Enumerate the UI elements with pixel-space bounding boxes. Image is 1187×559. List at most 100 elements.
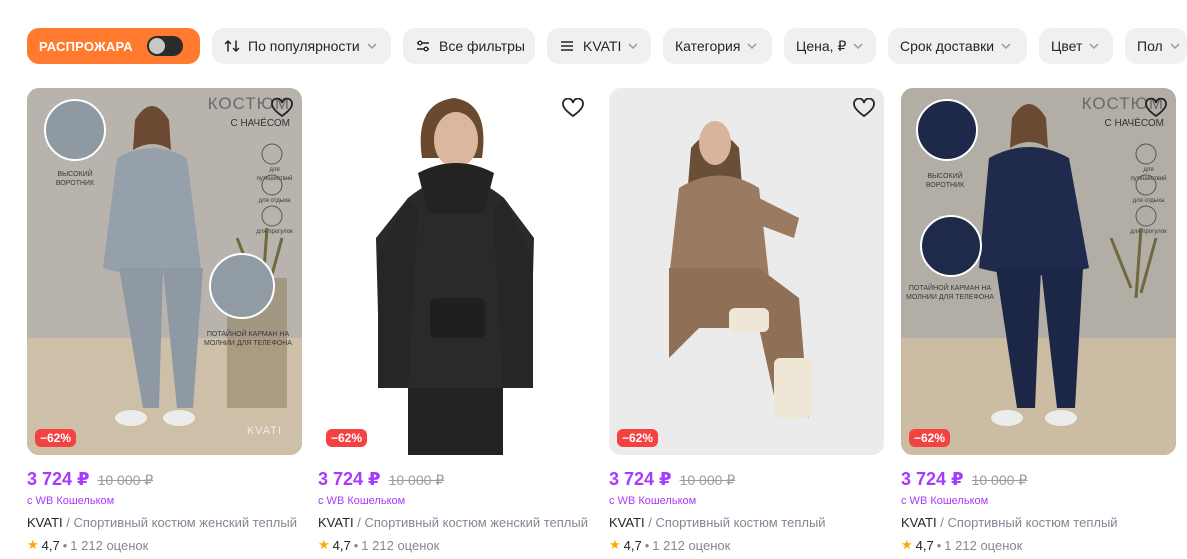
delivery-dropdown[interactable]: Срок доставки — [888, 28, 1027, 64]
title-separator: / — [62, 515, 74, 530]
category-label: Категория — [675, 38, 741, 54]
delivery-label: Срок доставки — [900, 38, 995, 54]
product-name: Спортивный костюм теплый — [947, 515, 1118, 530]
product-brand: KVATI — [27, 515, 63, 530]
category-dropdown[interactable]: Категория — [663, 28, 772, 64]
toggle-knob — [148, 38, 165, 54]
chevron-down-icon — [852, 40, 864, 52]
all-filters-label: Все фильтры — [439, 38, 525, 54]
rating-row: ★ 4,7 • 1 212 оценок — [609, 537, 884, 553]
review-count: 1 212 оценок — [652, 537, 731, 553]
product-photo-navy-suit — [901, 88, 1176, 455]
overlay-collar-note: ВЫСОКИЙ ВОРОТНИК — [55, 171, 95, 187]
favorite-heart-icon[interactable] — [561, 96, 585, 120]
product-card[interactable]: КОСТЮМ С НАЧЁСОМ ВЫСОКИЙ ВОРОТНИК ПОТАЙН… — [901, 88, 1176, 553]
product-card[interactable]: −62% 3 724 ₽ 10 000 ₽ с WB Кошельком KVA… — [609, 88, 884, 553]
sale-toggle-switch[interactable] — [146, 36, 183, 56]
chevron-down-icon — [746, 40, 758, 52]
sort-label: По популярности — [248, 38, 360, 54]
overlay-travel-note: для путешествий — [1130, 167, 1167, 182]
wallet-note: с WB Кошельком — [318, 495, 406, 507]
discount-badge: −62% — [326, 429, 368, 447]
discount-badge: −62% — [909, 429, 951, 447]
rating-value: 4,7 — [623, 537, 642, 553]
old-price: 10 000 ₽ — [388, 472, 445, 488]
product-name: Спортивный костюм женский теплый — [73, 515, 297, 530]
rating-row: ★ 4,7 • 1 212 оценок — [901, 537, 1176, 553]
title-separator: / — [353, 515, 365, 530]
review-count: 1 212 оценок — [944, 537, 1023, 553]
sort-dropdown[interactable]: По популярности — [212, 28, 391, 64]
product-image[interactable]: КОСТЮМ С НАЧЁСОМ ВЫСОКИЙ ВОРОТНИК ПОТАЙН… — [27, 88, 302, 455]
rating-dot: • — [936, 537, 942, 553]
old-price: 10 000 ₽ — [971, 472, 1028, 488]
overlay-travel-note: для путешествий — [256, 167, 293, 182]
sale-label: РАСПРОЖАРА — [39, 38, 133, 54]
star-icon: ★ — [901, 537, 913, 552]
rating-value: 4,7 — [41, 537, 60, 553]
menu-lines-icon — [559, 38, 575, 54]
brand-label: KVATI — [583, 38, 622, 54]
product-image[interactable]: −62% — [318, 88, 593, 455]
product-card[interactable]: КОСТЮМ С НАЧЁСОМ ВЫСОКИЙ ВОРОТНИК ПОТАЙН… — [27, 88, 302, 553]
current-price: 3 724 ₽ — [27, 469, 90, 489]
product-photo-brown-suit — [609, 88, 884, 455]
filter-sliders-icon — [415, 38, 431, 54]
title-separator: / — [644, 515, 656, 530]
favorite-heart-icon[interactable] — [270, 96, 294, 120]
current-price: 3 724 ₽ — [609, 469, 672, 489]
product-name: Спортивный костюм женский теплый — [364, 515, 588, 530]
chevron-down-icon — [1088, 40, 1100, 52]
sale-toggle-chip[interactable]: РАСПРОЖАРА — [27, 28, 200, 64]
brand-dropdown[interactable]: KVATI — [547, 28, 651, 64]
rating-row: ★ 4,7 • 1 212 оценок — [27, 537, 302, 553]
product-title[interactable]: KVATI / Спортивный костюм женский теплый — [27, 515, 302, 531]
product-brand: KVATI — [609, 515, 645, 530]
all-filters-button[interactable]: Все фильтры — [403, 28, 535, 64]
favorite-heart-icon[interactable] — [852, 96, 876, 120]
current-price: 3 724 ₽ — [318, 469, 381, 489]
overlay-brand-mark: KVATI — [246, 425, 282, 437]
wallet-note: с WB Кошельком — [901, 495, 989, 507]
gender-dropdown[interactable]: Пол — [1125, 28, 1187, 64]
color-dropdown[interactable]: Цвет — [1039, 28, 1113, 64]
favorite-heart-icon[interactable] — [1144, 96, 1168, 120]
color-label: Цвет — [1051, 38, 1083, 54]
rating-value: 4,7 — [332, 537, 351, 553]
product-brand: KVATI — [901, 515, 937, 530]
product-title[interactable]: KVATI / Спортивный костюм теплый — [609, 515, 884, 531]
product-card[interactable]: −62% 3 724 ₽ 10 000 ₽ с WB Кошельком KVA… — [318, 88, 593, 553]
old-price: 10 000 ₽ — [679, 472, 736, 488]
rating-row: ★ 4,7 • 1 212 оценок — [318, 537, 593, 553]
overlay-rest-note: для отдыха — [258, 198, 291, 204]
price-row: 3 724 ₽ 10 000 ₽ — [609, 469, 884, 491]
gender-label: Пол — [1137, 38, 1163, 54]
review-count: 1 212 оценок — [70, 537, 149, 553]
product-title[interactable]: KVATI / Спортивный костюм женский теплый — [318, 515, 593, 531]
overlay-pocket-note: ПОТАЙНОЙ КАРМАН НА МОЛНИИ ДЛЯ ТЕЛЕФОНА — [204, 331, 292, 347]
price-dropdown[interactable]: Цена, ₽ — [784, 28, 876, 64]
star-icon: ★ — [27, 537, 39, 552]
price-label: Цена, ₽ — [796, 37, 847, 54]
discount-badge: −62% — [35, 429, 77, 447]
wallet-note: с WB Кошельком — [609, 495, 697, 507]
sort-icon — [224, 38, 240, 54]
rating-dot: • — [644, 537, 650, 553]
product-name: Спортивный костюм теплый — [655, 515, 826, 530]
product-image[interactable]: КОСТЮМ С НАЧЁСОМ ВЫСОКИЙ ВОРОТНИК ПОТАЙН… — [901, 88, 1176, 455]
price-row: 3 724 ₽ 10 000 ₽ — [318, 469, 593, 491]
filter-bar: РАСПРОЖАРА По популярности Все фильтры K… — [27, 28, 1187, 64]
chevron-down-icon — [1169, 40, 1181, 52]
price-row: 3 724 ₽ 10 000 ₽ — [27, 469, 302, 491]
product-brand: KVATI — [318, 515, 354, 530]
chevron-down-icon — [1000, 40, 1012, 52]
overlay-pocket-note: ПОТАЙНОЙ КАРМАН НА МОЛНИИ ДЛЯ ТЕЛЕФОНА — [906, 285, 994, 301]
title-separator: / — [936, 515, 948, 530]
product-image[interactable]: −62% — [609, 88, 884, 455]
overlay-rest-note: для отдыха — [1132, 198, 1165, 204]
product-title[interactable]: KVATI / Спортивный костюм теплый — [901, 515, 1176, 531]
overlay-collar-note: ВЫСОКИЙ ВОРОТНИК — [925, 173, 965, 189]
overlay-walk-note: для прогулок — [1130, 229, 1167, 235]
current-price: 3 724 ₽ — [901, 469, 964, 489]
rating-dot: • — [62, 537, 68, 553]
